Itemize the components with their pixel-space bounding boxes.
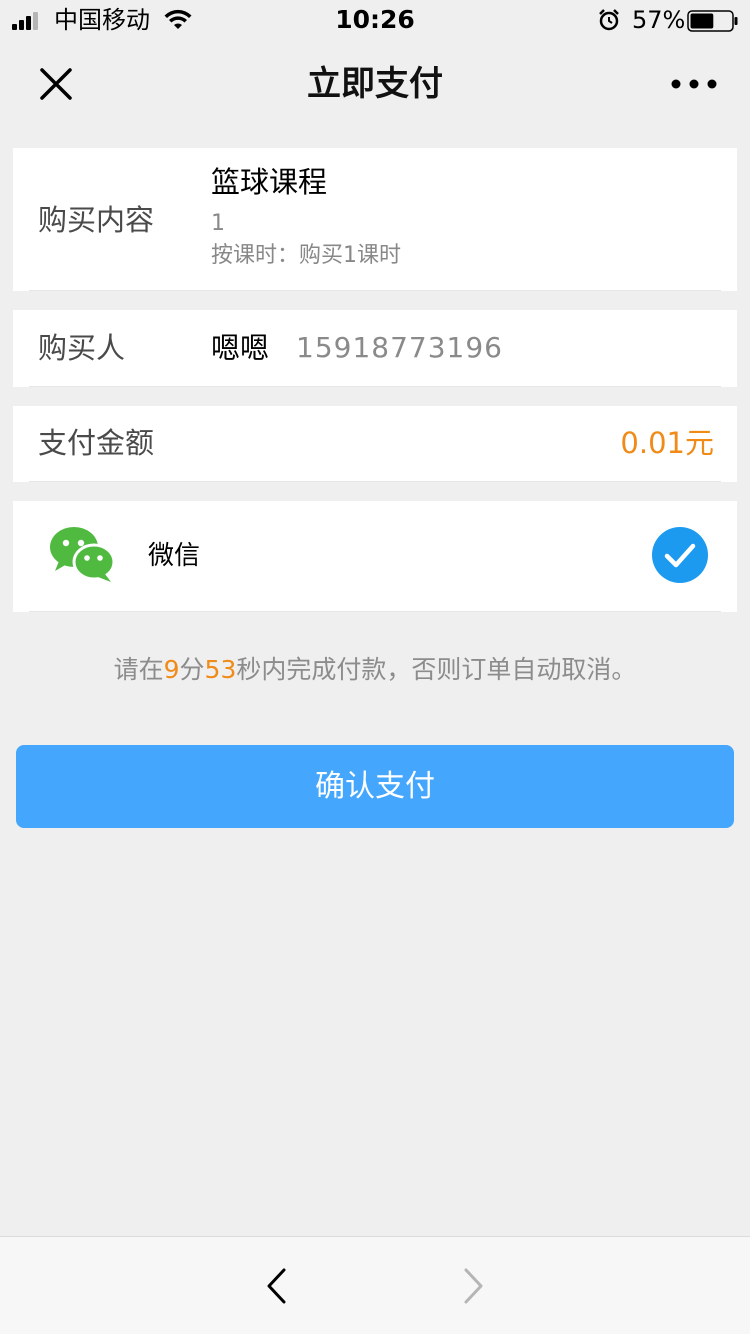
countdown-prefix: 请在 [113,655,164,684]
countdown-notice: 请在9分53秒内完成付款，否则订单自动取消。 [0,652,750,688]
buyer-name: 嗯嗯 [211,331,270,365]
payment-amount-card: 支付金额 0.01元 [13,406,737,482]
countdown-minutes: 9 [163,655,180,684]
status-bar: 中国移动 10:26 57% [0,0,750,40]
back-arrow-icon[interactable] [262,1267,290,1305]
divider [29,290,721,291]
purchase-content-card: 购买内容 篮球课程 1 按课时：购买1课时 [13,148,737,291]
buyer-label: 购买人 [38,331,126,365]
wechat-icon [50,527,115,582]
bottom-toolbar [0,1236,750,1334]
payment-method-wechat[interactable]: 微信 [13,501,737,612]
divider [29,611,721,612]
divider [29,481,721,482]
payment-amount-value: 0.01元 [620,426,714,460]
payment-method-label: 微信 [148,541,201,571]
course-name: 篮球课程 [211,165,328,199]
payment-amount-label: 支付金额 [38,426,155,460]
buyer-card: 购买人 嗯嗯 15918773196 [13,310,737,387]
check-icon[interactable] [651,526,709,584]
countdown-seconds: 53 [204,655,237,684]
more-icon[interactable] [668,66,720,102]
buyer-phone: 15918773196 [296,331,503,364]
battery-icon [687,10,738,32]
nav-bar: 立即支付 [0,40,750,128]
course-quantity: 1 [211,211,225,236]
countdown-minutes-unit: 分 [179,655,205,684]
alarm-icon [599,9,619,31]
forward-arrow-icon[interactable] [460,1267,488,1305]
course-detail: 按课时：购买1课时 [211,243,401,268]
confirm-payment-button[interactable]: 确认支付 [16,745,734,828]
page-title: 立即支付 [307,64,443,104]
purchase-content-label: 购买内容 [38,203,155,237]
battery-percent: 57% [632,6,686,34]
divider [29,386,721,387]
countdown-suffix: 秒内完成付款，否则订单自动取消。 [236,655,637,684]
